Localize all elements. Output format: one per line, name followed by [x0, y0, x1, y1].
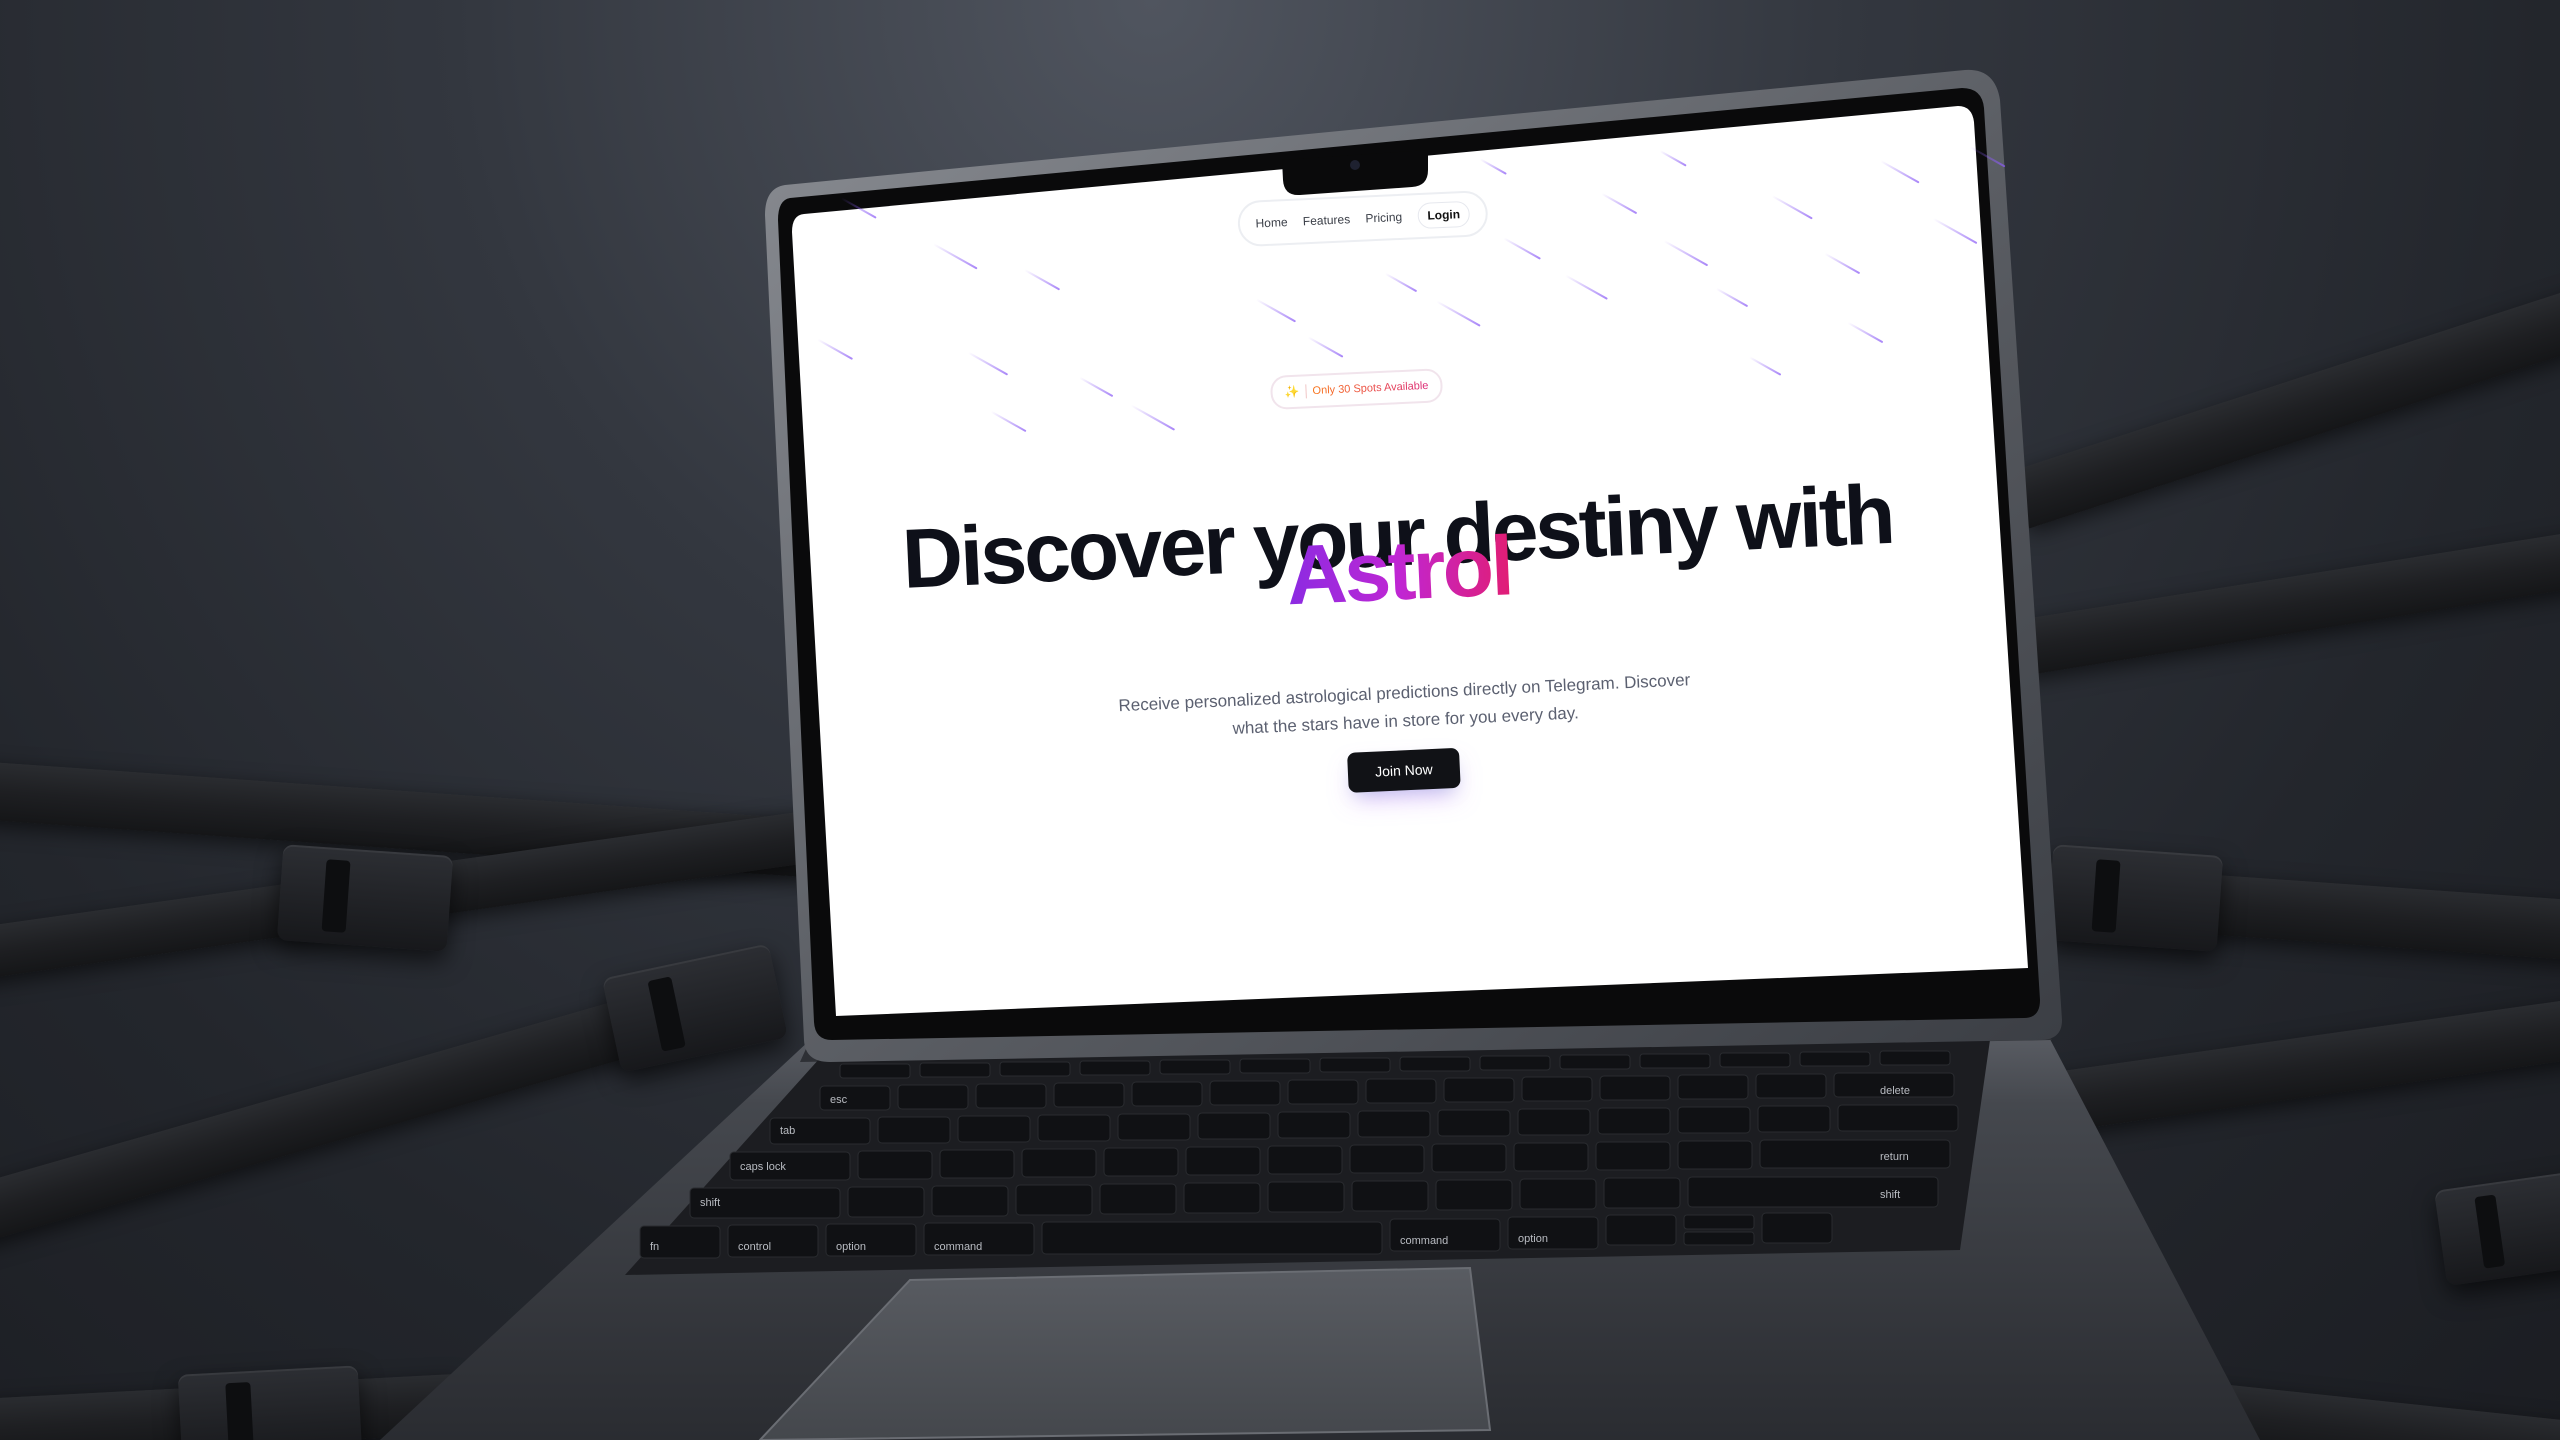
meteor-streak [1436, 300, 1481, 327]
svg-text:tab: tab [780, 1125, 795, 1137]
meteor-streak [1659, 150, 1687, 167]
svg-text:caps lock: caps lock [740, 1161, 786, 1173]
meteor-streak [1847, 321, 1884, 344]
nav-features-link[interactable]: Features [1303, 212, 1351, 228]
meteor-streak [1748, 356, 1782, 376]
hero-subtitle: Receive personalized astrological predic… [1118, 670, 1691, 739]
meteor-streak [1663, 240, 1709, 267]
svg-text:command: command [934, 1241, 982, 1253]
meteor-streak [817, 338, 854, 360]
svg-text:option: option [1518, 1233, 1548, 1245]
svg-text:fn: fn [650, 1241, 659, 1253]
svg-text:command: command [1400, 1235, 1448, 1247]
svg-text:shift: shift [700, 1197, 720, 1209]
svg-text:shift: shift [1880, 1189, 1900, 1201]
spots-available-badge: ✨ Only 30 Spots Available [1269, 368, 1444, 410]
meteor-streak [1079, 376, 1114, 398]
join-now-button[interactable]: Join Now [1347, 747, 1461, 793]
meteor-streak [1479, 158, 1507, 175]
meteor-streak [1601, 192, 1638, 215]
svg-text:esc: esc [830, 1094, 848, 1106]
nav-pricing-link[interactable]: Pricing [1365, 210, 1402, 226]
login-button[interactable]: Login [1416, 200, 1471, 230]
meteor-streak [1824, 252, 1861, 275]
meteor-streak [1503, 237, 1541, 260]
svg-text:control: control [738, 1241, 771, 1253]
meteor-streak [1130, 404, 1176, 431]
meteor-streak [967, 351, 1009, 376]
nav-home-link[interactable]: Home [1255, 215, 1288, 230]
svg-text:return: return [1880, 1151, 1909, 1163]
badge-divider [1305, 384, 1307, 399]
meteor-streak [1384, 272, 1418, 293]
meteor-streak [1307, 336, 1344, 358]
webpage-viewport: Home Features Pricing Login ✨ Only 30 Sp… [780, 112, 2085, 969]
meteor-streak [1565, 274, 1608, 300]
meteor-streak [1255, 298, 1297, 323]
meteor-streak [1771, 195, 1813, 220]
meteor-streak [933, 243, 978, 270]
meteor-streak [1715, 287, 1749, 308]
sparkle-icon: ✨ [1284, 384, 1300, 400]
meteor-streak [990, 410, 1027, 433]
meteor-streak [1880, 160, 1920, 184]
meteor-streak [1024, 269, 1061, 291]
svg-text:option: option [836, 1241, 866, 1253]
meteor-streak [1969, 146, 2006, 168]
meteor-streak [840, 197, 877, 219]
svg-text:delete: delete [1880, 1085, 1910, 1097]
brand-gradient-text: Astrol [1284, 518, 1514, 623]
scene-background: esc delete tab caps lock return shift sh… [0, 0, 2560, 1440]
top-navigation: Home Features Pricing Login [1236, 189, 1489, 248]
meteor-streak [1932, 217, 1978, 245]
badge-label: Only 30 Spots Available [1312, 379, 1429, 398]
